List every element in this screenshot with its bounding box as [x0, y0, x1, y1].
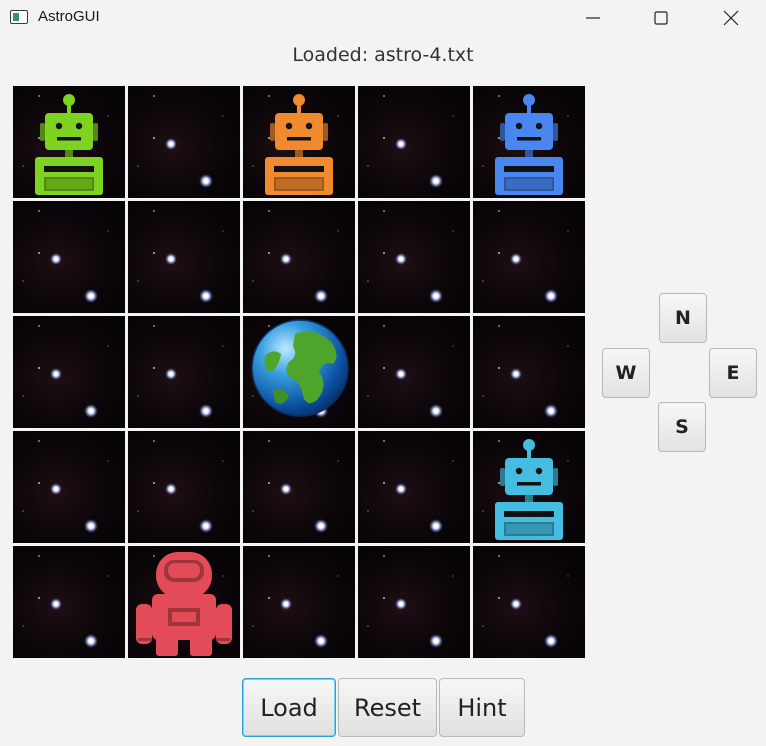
- app-icon: [10, 10, 28, 24]
- starfield: [22, 440, 109, 533]
- astronaut-red-icon: [136, 552, 232, 656]
- board-cell[interactable]: [128, 86, 240, 198]
- earth-icon: [251, 319, 349, 417]
- board-cell[interactable]: [13, 546, 125, 658]
- starfield: [367, 95, 454, 188]
- board-cell[interactable]: [243, 201, 355, 313]
- starfield: [367, 440, 454, 533]
- board-cell[interactable]: [128, 431, 240, 543]
- starfield: [482, 555, 569, 648]
- board-cell[interactable]: [473, 546, 585, 658]
- window-title: AstroGUI: [38, 8, 100, 25]
- close-button[interactable]: [708, 0, 754, 36]
- starfield: [252, 210, 339, 303]
- board-cell[interactable]: [473, 431, 585, 543]
- starfield: [367, 555, 454, 648]
- board-cell[interactable]: [128, 201, 240, 313]
- starfield: [22, 210, 109, 303]
- maximize-icon: [654, 11, 668, 25]
- board-cell[interactable]: [243, 86, 355, 198]
- robot-cyan-icon: [495, 439, 563, 540]
- north-button[interactable]: N: [659, 293, 707, 343]
- minimize-icon: [586, 17, 600, 19]
- starfield: [482, 325, 569, 418]
- board-cell[interactable]: [473, 86, 585, 198]
- hint-button[interactable]: Hint: [439, 678, 525, 737]
- starfield: [137, 325, 224, 418]
- board-cell[interactable]: [473, 201, 585, 313]
- board-cell[interactable]: [358, 431, 470, 543]
- board-cell[interactable]: [13, 201, 125, 313]
- direction-pad: N W E S: [600, 292, 757, 456]
- board-cell[interactable]: [13, 316, 125, 428]
- board-cell[interactable]: [13, 86, 125, 198]
- robot-blue-icon: [495, 94, 563, 195]
- game-board: [13, 86, 586, 659]
- board-cell[interactable]: [128, 546, 240, 658]
- robot-green-icon: [35, 94, 103, 195]
- reset-button[interactable]: Reset: [338, 678, 437, 737]
- east-button[interactable]: E: [709, 348, 757, 398]
- status-label: Loaded: astro-4.txt: [292, 44, 474, 66]
- starfield: [252, 555, 339, 648]
- board-cell[interactable]: [473, 316, 585, 428]
- starfield: [367, 210, 454, 303]
- board-cell[interactable]: [243, 431, 355, 543]
- south-button[interactable]: S: [658, 402, 706, 452]
- board-cell[interactable]: [358, 201, 470, 313]
- starfield: [22, 555, 109, 648]
- board-cell[interactable]: [358, 86, 470, 198]
- starfield: [137, 210, 224, 303]
- close-icon: [723, 10, 739, 26]
- board-cell[interactable]: [13, 431, 125, 543]
- west-button[interactable]: W: [602, 348, 650, 398]
- starfield: [367, 325, 454, 418]
- board-cell[interactable]: [358, 316, 470, 428]
- starfield: [22, 325, 109, 418]
- board-cell[interactable]: [358, 546, 470, 658]
- starfield: [137, 95, 224, 188]
- title-bar: AstroGUI: [0, 0, 766, 36]
- starfield: [252, 440, 339, 533]
- starfield: [137, 440, 224, 533]
- load-button[interactable]: Load: [242, 678, 336, 737]
- board-cell[interactable]: [243, 546, 355, 658]
- robot-orange-icon: [265, 94, 333, 195]
- starfield: [482, 210, 569, 303]
- maximize-button[interactable]: [638, 0, 684, 36]
- minimize-button[interactable]: [570, 0, 616, 36]
- board-cell[interactable]: [128, 316, 240, 428]
- board-cell[interactable]: [243, 316, 355, 428]
